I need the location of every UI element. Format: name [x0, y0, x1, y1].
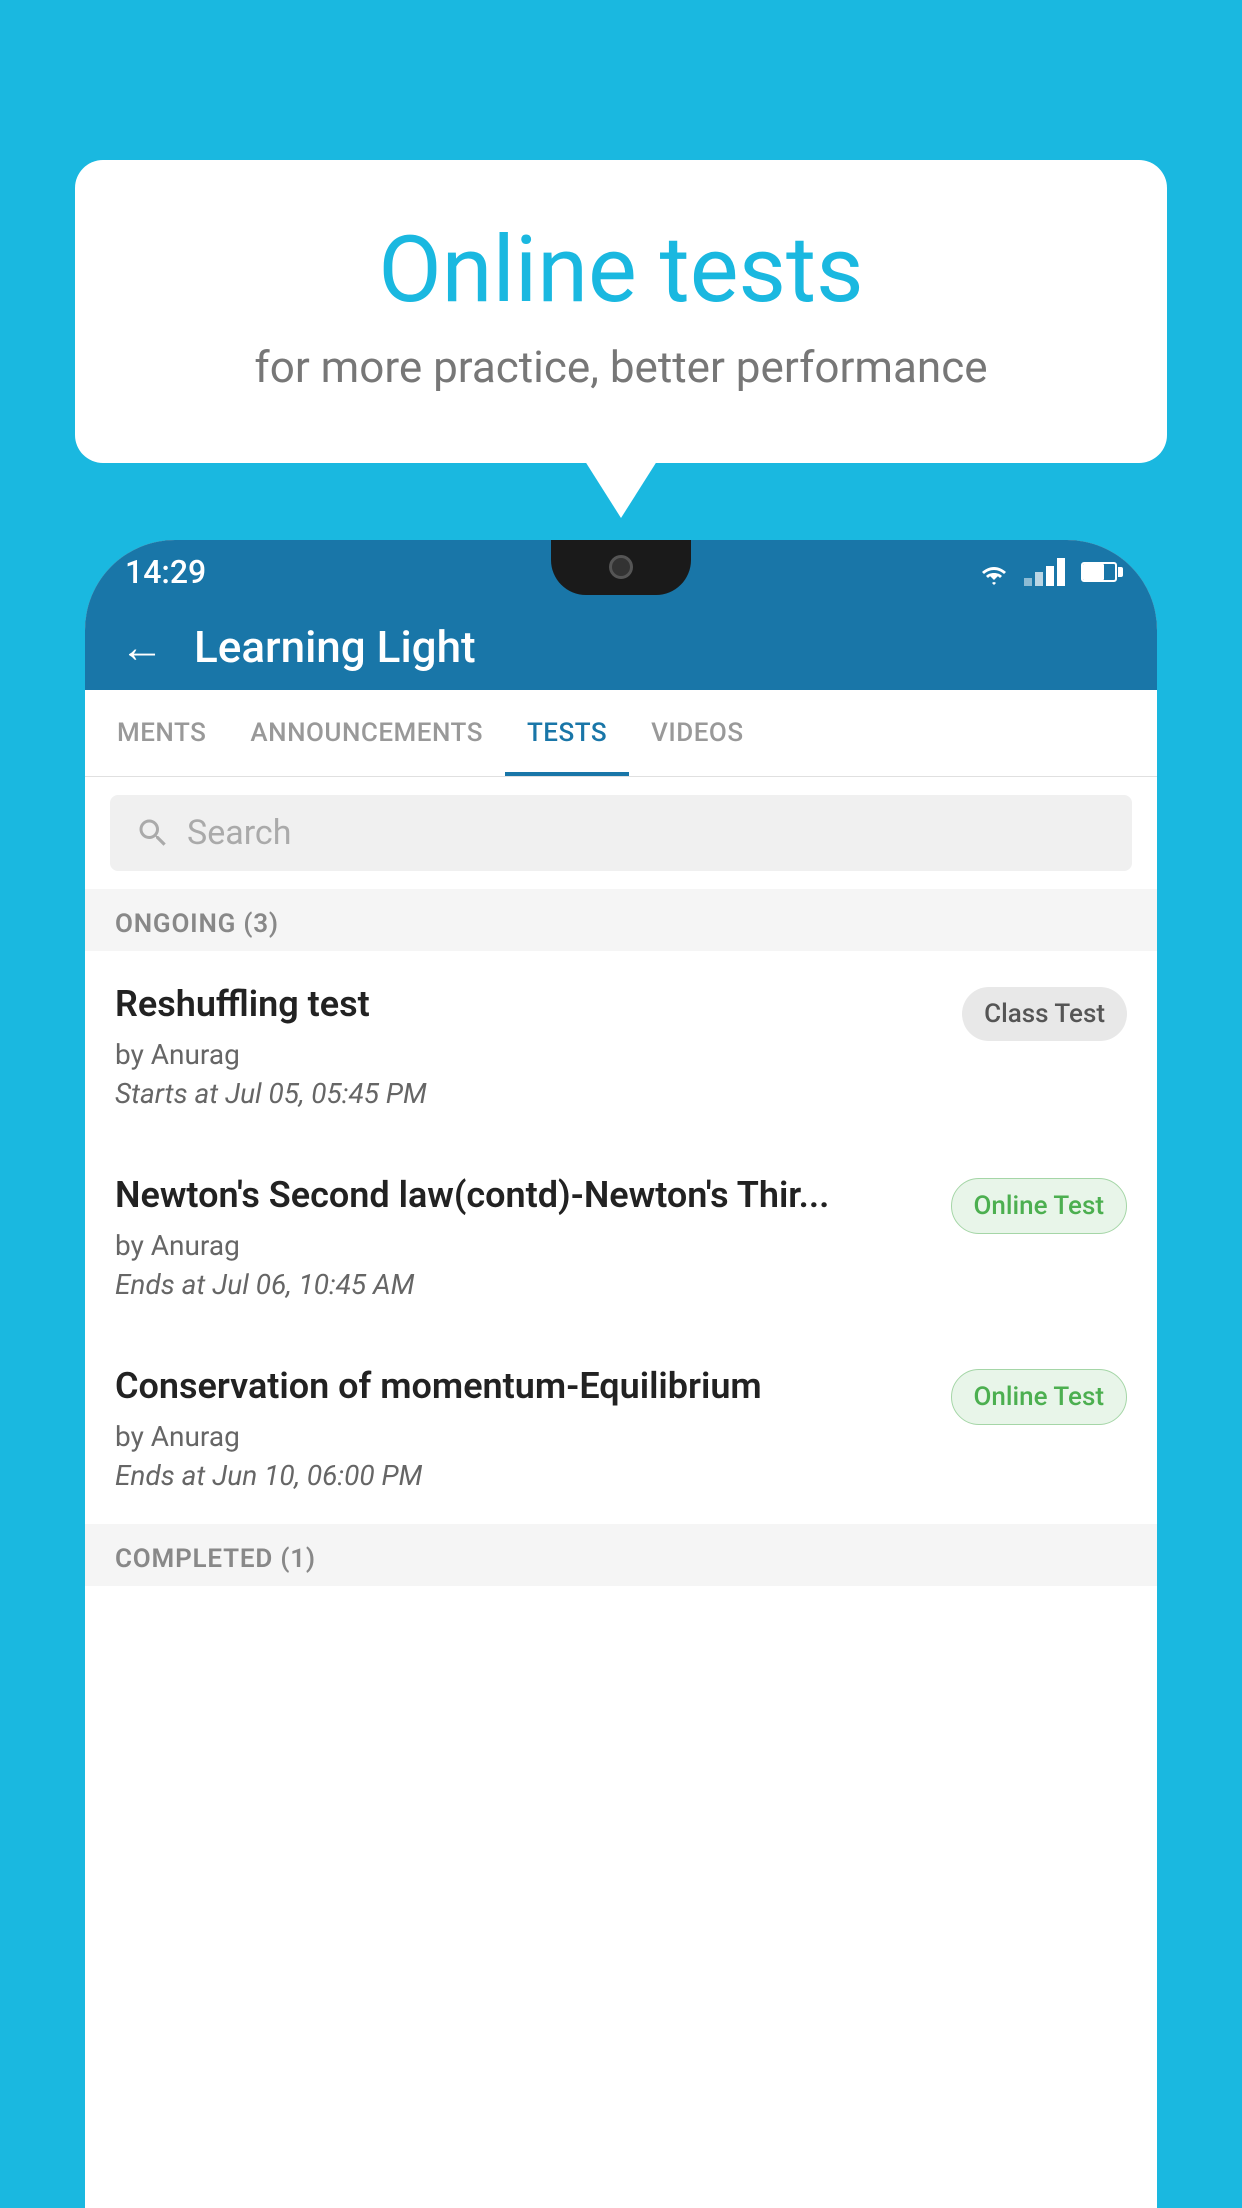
search-icon	[135, 815, 171, 851]
status-icons	[976, 558, 1117, 586]
test-item[interactable]: Conservation of momentum-Equilibrium by …	[85, 1333, 1157, 1522]
status-time: 14:29	[125, 553, 206, 591]
battery-icon	[1081, 562, 1117, 582]
bubble-subtitle: for more practice, better performance	[155, 341, 1087, 393]
tab-ments[interactable]: MENTS	[95, 690, 228, 776]
phone-screen: 14:29	[85, 540, 1157, 2208]
test-time: Starts at Jul 05, 05:45 PM	[115, 1077, 942, 1110]
tab-tests[interactable]: TESTS	[505, 690, 629, 776]
test-info: Newton's Second law(contd)-Newton's Thir…	[115, 1172, 951, 1301]
wifi-icon	[976, 558, 1012, 586]
test-time: Ends at Jun 10, 06:00 PM	[115, 1459, 931, 1492]
test-item[interactable]: Reshuffling test by Anurag Starts at Jul…	[85, 951, 1157, 1140]
tabs-bar: MENTS ANNOUNCEMENTS TESTS VIDEOS	[85, 690, 1157, 777]
back-button[interactable]: ←	[120, 621, 164, 673]
test-badge: Online Test	[951, 1369, 1128, 1425]
test-item[interactable]: Newton's Second law(contd)-Newton's Thir…	[85, 1142, 1157, 1331]
test-time: Ends at Jul 06, 10:45 AM	[115, 1268, 931, 1301]
tab-videos[interactable]: VIDEOS	[629, 690, 765, 776]
ongoing-label: ONGOING (3)	[115, 909, 279, 939]
test-badge: Class Test	[962, 987, 1127, 1041]
test-name: Conservation of momentum-Equilibrium	[115, 1363, 931, 1410]
search-bar[interactable]: Search	[110, 795, 1132, 871]
phone-notch	[551, 540, 691, 595]
signal-icon	[1024, 558, 1065, 586]
test-by: by Anurag	[115, 1038, 942, 1071]
content-area: Search ONGOING (3) Reshuffling test by A…	[85, 777, 1157, 2208]
app-bar: ← Learning Light	[85, 604, 1157, 690]
test-badge: Online Test	[951, 1178, 1128, 1234]
search-wrap: Search	[85, 777, 1157, 889]
completed-section-header: COMPLETED (1)	[85, 1524, 1157, 1586]
app-title: Learning Light	[194, 621, 476, 673]
phone-frame: 14:29	[85, 540, 1157, 2208]
test-by: by Anurag	[115, 1420, 931, 1453]
camera	[609, 555, 633, 579]
search-placeholder: Search	[187, 813, 291, 853]
status-bar: 14:29	[85, 540, 1157, 604]
test-name: Reshuffling test	[115, 981, 942, 1028]
test-info: Conservation of momentum-Equilibrium by …	[115, 1363, 951, 1492]
completed-label: COMPLETED (1)	[115, 1544, 316, 1574]
promo-bubble: Online tests for more practice, better p…	[75, 160, 1167, 463]
ongoing-section-header: ONGOING (3)	[85, 889, 1157, 951]
test-by: by Anurag	[115, 1229, 931, 1262]
bubble-title: Online tests	[155, 220, 1087, 321]
test-info: Reshuffling test by Anurag Starts at Jul…	[115, 981, 962, 1110]
test-name: Newton's Second law(contd)-Newton's Thir…	[115, 1172, 931, 1219]
tab-announcements[interactable]: ANNOUNCEMENTS	[228, 690, 505, 776]
